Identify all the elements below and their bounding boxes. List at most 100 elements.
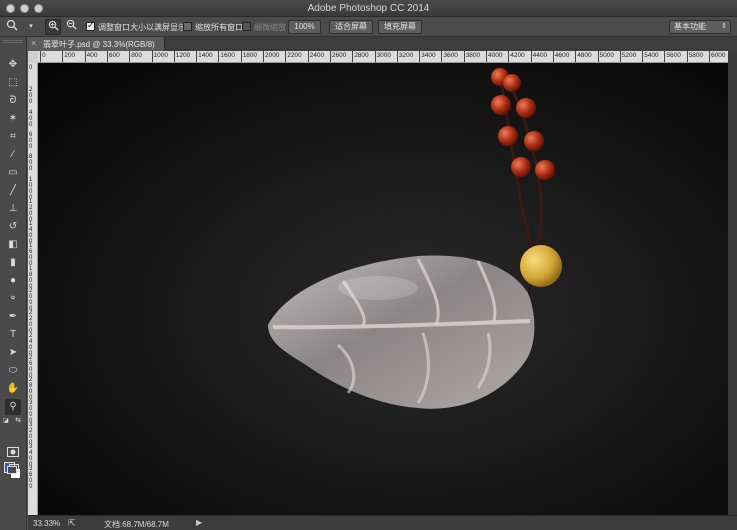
close-tab-icon[interactable]: × bbox=[31, 38, 36, 48]
select-arrows-icon: ⇕ bbox=[721, 23, 727, 30]
ruler-label: 3200 bbox=[398, 52, 414, 59]
ruler-tick bbox=[218, 51, 220, 62]
ruler-tick bbox=[486, 51, 487, 62]
vertical-ruler[interactable]: 0 2 0 0 4 0 0 6 0 0 8 0 0 1 0 0 01 2 0 01 4 0… bbox=[28, 63, 38, 515]
document-size: 文档:68.7M/68.7M bbox=[104, 520, 169, 529]
horizontal-ruler[interactable]: 0 200 400 600 800 1000 1200 1400 1600 1800 2000 220… bbox=[38, 51, 728, 63]
ruler-label: 2 8 0 0 bbox=[29, 377, 33, 402]
photo-jade-leaf bbox=[38, 63, 728, 515]
ruler-tick bbox=[84, 51, 86, 62]
resize-windows-label: 调整窗口大小以满屏显示 bbox=[98, 23, 186, 32]
ruler-label: 3800 bbox=[465, 52, 481, 59]
quick-mask-icon[interactable] bbox=[5, 447, 21, 463]
ruler-label: 6000 bbox=[711, 52, 726, 59]
screen-mode-icon[interactable] bbox=[5, 464, 21, 480]
zoom-all-windows-checkbox[interactable] bbox=[183, 22, 192, 31]
gradient-tool-icon[interactable]: ▮ bbox=[5, 255, 21, 271]
ruler-origin[interactable] bbox=[28, 51, 38, 63]
ruler-tick bbox=[508, 51, 510, 62]
magic-wand-tool-icon[interactable]: ✶ bbox=[5, 111, 21, 127]
path-selection-tool-icon[interactable]: ➤ bbox=[5, 345, 21, 361]
ruler-tick bbox=[329, 51, 331, 62]
ruler-label: 3 4 0 0 bbox=[29, 444, 33, 469]
workspace-select[interactable]: 基本功能 ⇕ bbox=[669, 20, 731, 34]
document-tab-title: 翡翠叶子.psd @ 33.3%(RGB/8) bbox=[43, 40, 155, 49]
status-menu-arrow-icon[interactable]: ▶ bbox=[196, 518, 202, 527]
blur-tool-icon[interactable]: ● bbox=[5, 273, 21, 289]
brush-tool-icon[interactable]: ╱ bbox=[5, 183, 21, 199]
eraser-tool-icon[interactable]: ◧ bbox=[5, 237, 21, 253]
ruler-tick bbox=[575, 51, 577, 62]
ruler-label: 6 0 0 bbox=[29, 131, 33, 150]
ruler-tick bbox=[664, 51, 666, 62]
ruler-label: 2400 bbox=[309, 52, 325, 59]
ruler-label: 8 0 0 bbox=[29, 154, 33, 173]
chevron-down-icon[interactable]: ▾ bbox=[26, 19, 36, 35]
ruler-label: 3600 bbox=[443, 52, 458, 59]
marquee-tool-icon[interactable]: ⬚ bbox=[5, 75, 21, 91]
ruler-label: 4800 bbox=[577, 52, 592, 59]
dodge-tool-icon[interactable]: ⚬ bbox=[5, 291, 21, 307]
swap-colors-icon[interactable]: ⇆ bbox=[14, 413, 22, 429]
type-tool-icon[interactable]: T bbox=[5, 327, 21, 343]
document-canvas[interactable] bbox=[38, 63, 728, 515]
ruler-label: 3 0 0 0 bbox=[29, 399, 33, 424]
ruler-label: 4200 bbox=[510, 52, 525, 59]
ruler-label: 1000 bbox=[153, 52, 168, 59]
ruler-label: 1800 bbox=[242, 52, 258, 59]
document-tab[interactable]: × 翡翠叶子.psd @ 33.3%(RGB/8) bbox=[28, 37, 165, 51]
lasso-tool-icon[interactable]: ᘐ bbox=[5, 93, 21, 109]
ruler-tick bbox=[285, 51, 287, 62]
vertical-scrollbar[interactable] bbox=[728, 51, 737, 515]
eyedropper-tool-icon[interactable]: ⁄ bbox=[5, 147, 21, 163]
ruler-tick bbox=[441, 51, 443, 62]
ruler-tick bbox=[419, 51, 421, 62]
percent-100-button[interactable]: 100% bbox=[288, 20, 321, 34]
options-bar: ▾ 调整窗口大小以满屏显示 缩放所有窗口 细微缩放 100% 适合屏幕 填充屏幕… bbox=[0, 17, 737, 37]
ruler-tick bbox=[709, 51, 710, 62]
fill-screen-button[interactable]: 填充屏幕 bbox=[378, 20, 422, 34]
ruler-tick bbox=[686, 51, 688, 62]
move-tool-icon[interactable]: ✥ bbox=[5, 57, 21, 73]
ruler-label: 5200 bbox=[621, 52, 637, 59]
ruler-tick bbox=[151, 51, 153, 62]
panel-grip[interactable] bbox=[3, 40, 23, 43]
ruler-label: 4000 bbox=[488, 52, 503, 59]
ruler-label: 3 6 0 0 bbox=[29, 466, 33, 491]
ruler-tick bbox=[196, 51, 198, 62]
scrubby-zoom-checkbox[interactable] bbox=[242, 22, 251, 31]
ruler-label: 4 0 0 bbox=[29, 109, 33, 128]
clone-stamp-tool-icon[interactable]: ⊥ bbox=[5, 201, 21, 217]
title-bar: Adobe Photoshop CC 2014 bbox=[0, 0, 737, 17]
ruler-label: 2800 bbox=[354, 52, 369, 59]
ruler-tick bbox=[263, 51, 264, 62]
ruler-tick bbox=[374, 51, 376, 62]
ruler-label: 2600 bbox=[331, 52, 347, 59]
pen-tool-icon[interactable]: ✒ bbox=[5, 309, 21, 325]
ruler-tick bbox=[173, 51, 175, 62]
history-brush-tool-icon[interactable]: ↺ bbox=[5, 219, 21, 235]
window-title: Adobe Photoshop CC 2014 bbox=[307, 3, 430, 14]
zoom-tool-preset-icon[interactable] bbox=[4, 19, 20, 35]
ruler-label: 1400 bbox=[198, 52, 213, 59]
ruler-label: 2 6 0 0 bbox=[29, 354, 33, 379]
ruler-label: 3000 bbox=[376, 52, 391, 59]
healing-brush-tool-icon[interactable]: ▭ bbox=[5, 165, 21, 181]
resize-windows-checkbox[interactable] bbox=[86, 20, 95, 31]
ruler-label: 1 0 0 0 bbox=[29, 176, 33, 201]
share-icon[interactable]: ⇱ bbox=[68, 518, 76, 529]
zoom-level[interactable]: 33.33% bbox=[33, 519, 60, 528]
ruler-label: 200 bbox=[64, 52, 76, 59]
fit-screen-button[interactable]: 适合屏幕 bbox=[329, 20, 373, 34]
hand-tool-icon[interactable]: ✋ bbox=[5, 381, 21, 397]
crop-tool-icon[interactable]: ⌗ bbox=[5, 129, 21, 145]
ruler-label: 400 bbox=[86, 52, 98, 59]
zoom-in-icon[interactable] bbox=[45, 19, 61, 35]
ruler-tick bbox=[129, 51, 131, 62]
ruler-label: 600 bbox=[108, 52, 120, 59]
ruler-label: 2 4 0 0 bbox=[29, 332, 33, 357]
default-colors-icon[interactable]: ◪ bbox=[2, 413, 10, 429]
ruler-tick bbox=[463, 51, 465, 62]
zoom-out-icon[interactable] bbox=[63, 19, 79, 35]
ellipse-tool-icon[interactable]: ⬭ bbox=[5, 363, 21, 379]
